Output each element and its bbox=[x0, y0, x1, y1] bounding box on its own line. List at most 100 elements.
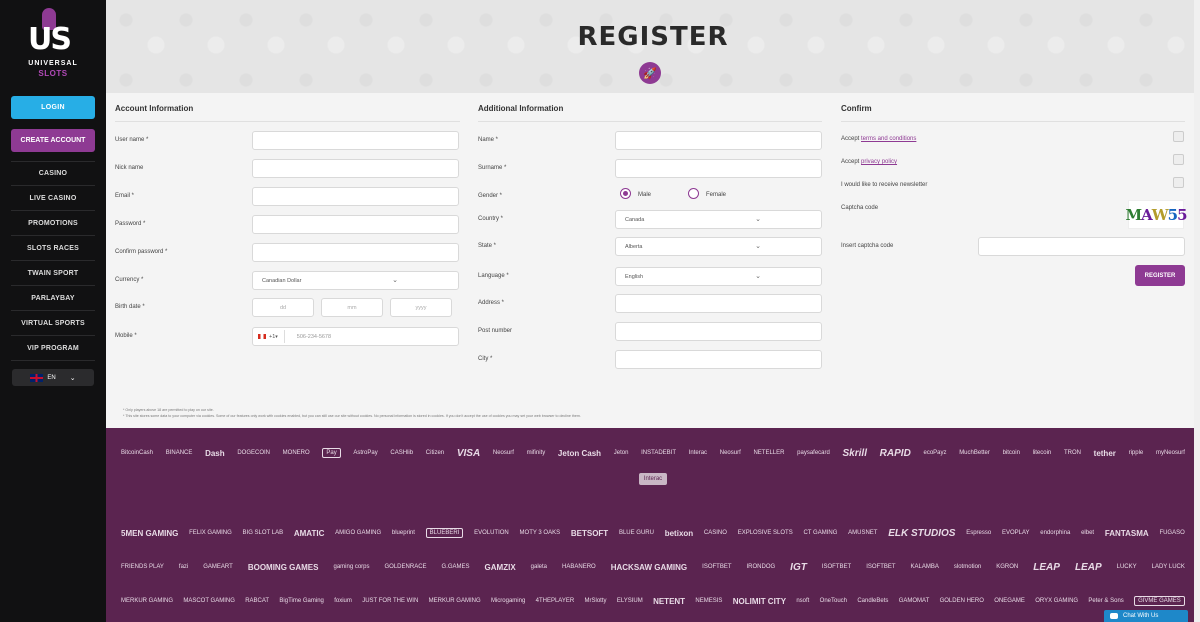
provider-logo: Espresso bbox=[966, 530, 992, 536]
mobile-label: Mobile * bbox=[115, 333, 137, 339]
newsletter-checkbox[interactable] bbox=[1173, 177, 1184, 188]
provider-logo: LEAP bbox=[1033, 561, 1060, 573]
chevron-down-icon: ⌄ bbox=[755, 243, 761, 250]
captcha-char: 5 bbox=[1177, 205, 1187, 224]
sidebar-item-virtual-sports[interactable]: VIRTUAL SPORTS bbox=[0, 320, 106, 327]
providers-row: FRIENDS PLAY fazi GAMEART BOOMING GAMES gami… bbox=[106, 554, 1200, 580]
password-input[interactable] bbox=[252, 215, 459, 234]
logo-line2: SLOTS bbox=[38, 69, 68, 78]
chevron-down-icon: ⌄ bbox=[755, 216, 761, 223]
provider-logo: BOOMING GAMES bbox=[247, 562, 319, 572]
captcha-input[interactable] bbox=[978, 237, 1185, 256]
currency-select[interactable]: Canadian Dollar ⌄ bbox=[252, 271, 459, 290]
provider-logo: 4THEPLAYER bbox=[535, 598, 575, 604]
provider-logo: LEAP bbox=[1074, 561, 1102, 573]
sidebar-item-live-casino[interactable]: LIVE CASINO bbox=[0, 195, 106, 202]
provider-logo: JUST FOR THE WIN bbox=[362, 598, 419, 604]
provider-logo: IGT bbox=[790, 561, 807, 573]
provider-logo: GOLDEN HERO bbox=[939, 598, 984, 604]
gender-label: Gender * bbox=[478, 193, 503, 199]
birth-month-input[interactable]: mm bbox=[321, 298, 383, 317]
divider bbox=[841, 121, 1185, 122]
provider-logo: endorphina bbox=[1040, 530, 1071, 536]
payment-logo: Neosurf bbox=[719, 450, 741, 456]
language-selector[interactable]: EN ⌄ bbox=[12, 369, 94, 386]
privacy-checkbox[interactable] bbox=[1173, 154, 1184, 165]
language-select[interactable]: English ⌄ bbox=[615, 267, 822, 286]
chat-bubble-icon bbox=[1110, 613, 1118, 619]
birth-day-input[interactable]: dd bbox=[252, 298, 314, 317]
provider-logo: IRONDOG bbox=[746, 564, 776, 570]
provider-logo: MERKUR GAMING bbox=[121, 598, 174, 604]
gender-male-radio[interactable] bbox=[620, 188, 631, 199]
email-input[interactable] bbox=[252, 187, 459, 206]
login-button[interactable]: LOGIN bbox=[11, 96, 95, 119]
brand-logo[interactable]: US UNIVERSAL SLOTS bbox=[22, 8, 84, 80]
nickname-input[interactable] bbox=[252, 159, 459, 178]
address-input[interactable] bbox=[615, 294, 822, 313]
country-select[interactable]: Canada ⌄ bbox=[615, 210, 822, 229]
mobile-input[interactable]: +1 ▾ 506-234-5678 bbox=[252, 327, 459, 346]
provider-logo: elbet bbox=[1081, 530, 1095, 536]
sidebar-item-casino[interactable]: CASINO bbox=[0, 170, 106, 177]
payments-row: Interac bbox=[106, 466, 1200, 492]
sidebar-item-twain-sport[interactable]: TWAIN SPORT bbox=[0, 270, 106, 277]
payment-logo: Skrill bbox=[842, 447, 867, 459]
state-select[interactable]: Alberta ⌄ bbox=[615, 237, 822, 256]
provider-logo: LADY LUCK bbox=[1151, 564, 1185, 570]
nickname-label: Nick name bbox=[115, 165, 144, 171]
payment-logo: BitcoinCash bbox=[121, 450, 154, 456]
birth-date-label: Birth date * bbox=[115, 304, 145, 310]
provider-logo: ISOFTBET bbox=[866, 564, 896, 570]
provider-logo: blueprint bbox=[391, 530, 415, 536]
privacy-label: Accept privacy policy bbox=[841, 159, 897, 165]
divider bbox=[478, 121, 822, 122]
provider-logo: CASINO bbox=[703, 530, 727, 536]
provider-logo: AMIGO GAMING bbox=[335, 530, 382, 536]
divider bbox=[11, 235, 95, 236]
chat-label: Chat With Us bbox=[1123, 613, 1159, 619]
captcha-char: A bbox=[1141, 205, 1153, 224]
provider-logo: HACKSAW GAMING bbox=[610, 562, 688, 572]
surname-input[interactable] bbox=[615, 159, 822, 178]
payment-logo: Jeton Cash bbox=[557, 448, 602, 458]
provider-logo: KALAMBA bbox=[910, 564, 939, 570]
logo-mark: US bbox=[28, 22, 72, 57]
provider-logo: LUCKY bbox=[1116, 564, 1137, 570]
sidebar-item-vip-program[interactable]: VIP PROGRAM bbox=[0, 345, 106, 352]
provider-logo: GIVME GAMES bbox=[1134, 596, 1185, 606]
city-input[interactable] bbox=[615, 350, 822, 369]
name-input[interactable] bbox=[615, 131, 822, 150]
divider bbox=[11, 360, 95, 361]
email-label: Email * bbox=[115, 193, 135, 199]
register-button[interactable]: REGISTER bbox=[1135, 265, 1185, 286]
create-account-button[interactable]: CREATE ACCOUNT bbox=[11, 129, 95, 152]
rocket-icon: 🚀 bbox=[639, 62, 661, 84]
payment-logo: VISA bbox=[456, 447, 481, 459]
captcha-char: W bbox=[1151, 205, 1169, 224]
username-input[interactable] bbox=[252, 131, 459, 150]
terms-link[interactable]: terms and conditions bbox=[861, 136, 916, 142]
privacy-link[interactable]: privacy policy bbox=[861, 159, 897, 165]
provider-logo: EXPLOSIVE SLOTS bbox=[737, 530, 793, 536]
payment-logo: tether bbox=[1093, 448, 1116, 458]
sidebar-item-promotions[interactable]: PROMOTIONS bbox=[0, 220, 106, 227]
provider-logo: CT GAMING bbox=[803, 530, 838, 536]
provider-logo: NETENT bbox=[653, 596, 686, 606]
post-number-input[interactable] bbox=[615, 322, 822, 341]
chat-button[interactable]: Chat With Us bbox=[1104, 610, 1188, 622]
terms-checkbox[interactable] bbox=[1173, 131, 1184, 142]
payment-logo: INSTADEBIT bbox=[641, 450, 677, 456]
scrollbar[interactable] bbox=[1194, 0, 1200, 622]
gender-female-radio[interactable] bbox=[688, 188, 699, 199]
sidebar-item-parlaybay[interactable]: PARLAYBAY bbox=[0, 295, 106, 302]
birth-year-input[interactable]: yyyy bbox=[390, 298, 452, 317]
confirm-password-label: Confirm password * bbox=[115, 249, 168, 255]
confirm-password-input[interactable] bbox=[252, 243, 459, 262]
payment-logo: myNeosurf bbox=[1155, 450, 1185, 456]
provider-logo: NOLIMIT CITY bbox=[732, 596, 787, 606]
sidebar-item-slots-races[interactable]: SLOTS RACES bbox=[0, 245, 106, 252]
divider bbox=[11, 210, 95, 211]
divider bbox=[11, 185, 95, 186]
gender-female-label: Female bbox=[706, 192, 727, 198]
